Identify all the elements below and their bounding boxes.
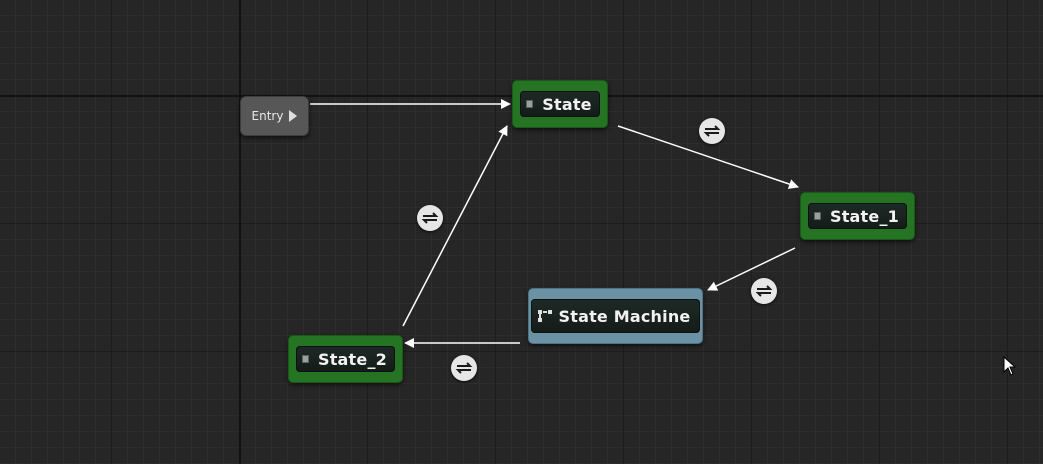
transition-arrows-icon: [421, 212, 439, 224]
mouse-cursor-icon: [1003, 356, 1017, 376]
state-node-body: State_2: [295, 346, 395, 372]
wire-state-2-to-state: [402, 125, 508, 327]
state-node-label: State_2: [317, 349, 387, 369]
state-machine-node-label: State Machine: [558, 306, 691, 326]
transition-rule-icon[interactable]: [417, 205, 443, 231]
state-machine-icon: [537, 310, 552, 322]
state-node-body: State_1: [807, 203, 907, 229]
transition-rule-icon[interactable]: [451, 355, 477, 381]
state-node-body: State: [520, 91, 600, 117]
state-node-state-1[interactable]: State_1: [800, 192, 915, 240]
entry-output-pin-icon[interactable]: [289, 110, 298, 122]
state-node-state-2[interactable]: State_2: [288, 335, 403, 383]
transition-arrows-icon: [703, 125, 721, 137]
entry-label: Entry: [251, 109, 284, 123]
transition-rule-icon[interactable]: [699, 118, 725, 144]
wire-state-1-to-state-machine: [707, 247, 796, 291]
transition-arrows-icon: [455, 362, 473, 374]
transition-rule-icon[interactable]: [751, 278, 777, 304]
state-node-state[interactable]: State: [512, 80, 608, 128]
state-icon: [526, 99, 536, 109]
transition-arrows-icon: [755, 285, 773, 297]
state-machine-node-body: State Machine: [530, 299, 701, 333]
state-node-label: State: [542, 94, 592, 114]
state-icon: [301, 354, 312, 364]
entry-node[interactable]: Entry: [240, 96, 309, 136]
state-machine-node[interactable]: State Machine: [528, 288, 703, 344]
state-node-label: State_1: [829, 206, 899, 226]
state-icon: [813, 211, 824, 221]
